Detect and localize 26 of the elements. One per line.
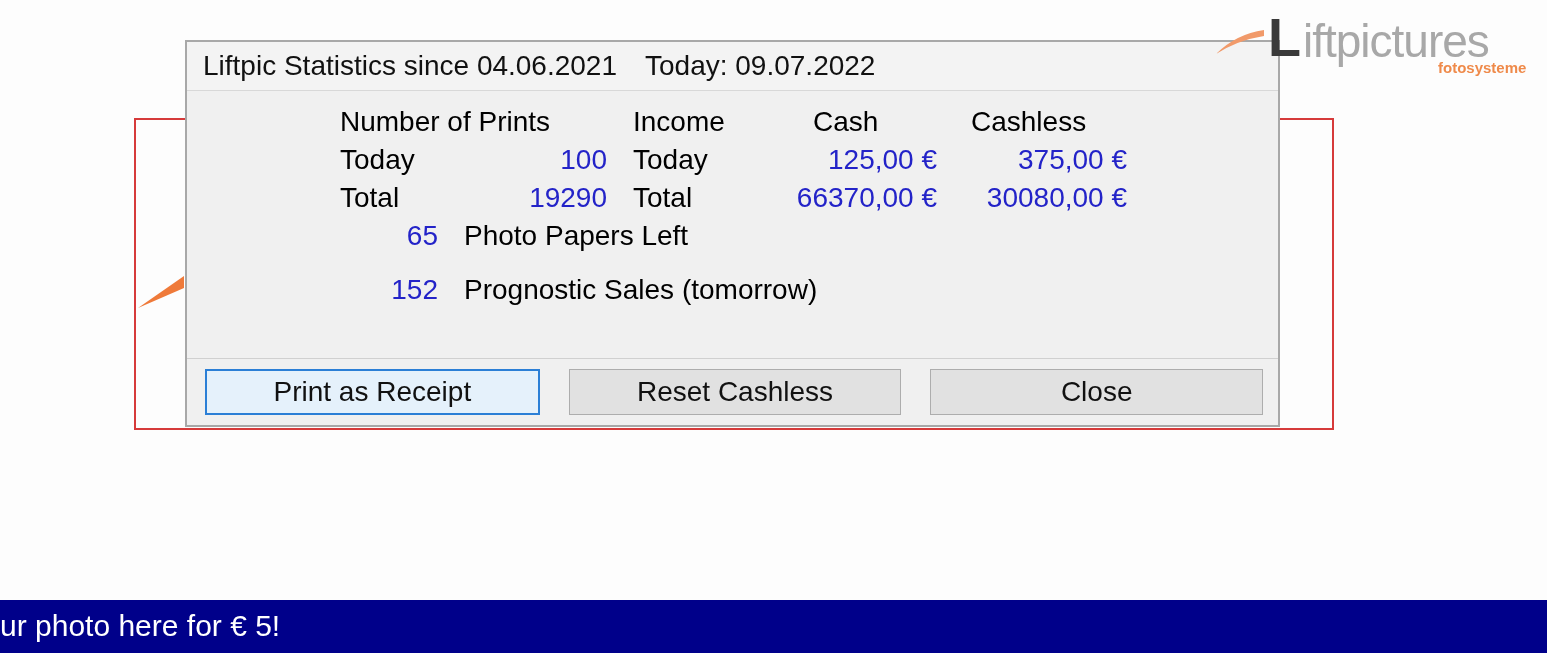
- cash-value: 66370,00 €: [795, 181, 937, 215]
- cash-value: 125,00 €: [827, 143, 937, 177]
- dialog-button[interactable]: Print as Receipt: [205, 369, 540, 415]
- dialog-button[interactable]: Close: [930, 369, 1263, 415]
- summary-label: Prognostic Sales (tomorrow): [464, 273, 818, 307]
- row-label: Today: [633, 143, 709, 177]
- column-header: Number of Prints: [340, 105, 552, 139]
- column-header: Cash: [812, 105, 880, 139]
- prints-value: 19290: [528, 181, 607, 215]
- row-label: Total: [340, 181, 401, 215]
- logo-initial: L: [1268, 10, 1301, 64]
- summary-label: Photo Papers Left: [464, 219, 689, 253]
- summary-value: 152: [390, 273, 438, 307]
- window-title: Liftpic Statistics since 04.06.2021: [203, 50, 617, 82]
- banner-text: ur photo here for € 5!: [0, 608, 281, 644]
- summary-value: 65: [405, 219, 438, 253]
- logo-arc: [1216, 30, 1264, 54]
- cashless-value: 30080,00 €: [985, 181, 1127, 215]
- prints-value: 100: [559, 143, 607, 177]
- cashless-value: 375,00 €: [1017, 143, 1127, 177]
- dialog-button[interactable]: Reset Cashless: [568, 369, 902, 415]
- column-header: Cashless: [970, 105, 1088, 139]
- column-header: Income: [633, 105, 726, 139]
- row-label: Total: [633, 181, 694, 215]
- today-date: Today: 09.07.2022: [645, 50, 876, 82]
- row-label: Today: [340, 143, 416, 177]
